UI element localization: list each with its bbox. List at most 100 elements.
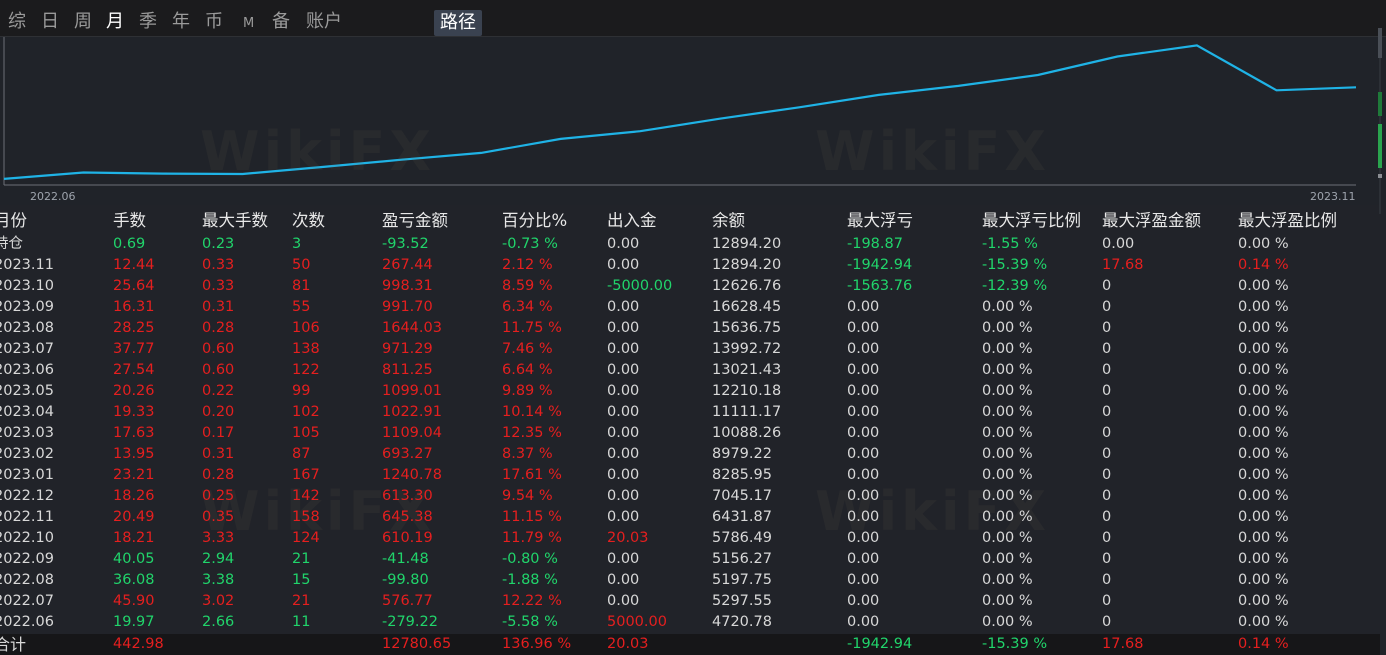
table-row[interactable]: 2022.08 36.08 3.38 15 -99.80 -1.88 % 0.00 5197.… xyxy=(0,570,1380,591)
cell-max-float-profit-pct: 0.00 % xyxy=(1238,509,1289,525)
tab-currency[interactable]: 币 xyxy=(205,10,223,34)
table-row[interactable]: 2023.04 19.33 0.20 102 1022.91 10.14 % 0.00 111… xyxy=(0,402,1380,423)
table-row[interactable]: 2023.10 25.64 0.33 81 998.31 8.59 % -5000.00 12… xyxy=(0,276,1380,297)
cell-month: 2022.11 xyxy=(0,509,54,525)
table-row[interactable]: 2023.01 23.21 0.28 167 1240.78 17.61 % 0.00 828… xyxy=(0,465,1380,486)
header-lots[interactable]: 手数 xyxy=(113,208,146,234)
cell-balance: 13021.43 xyxy=(712,362,782,378)
scroll-marker xyxy=(1378,174,1382,178)
cell-lots: 17.63 xyxy=(113,425,155,441)
header-trades[interactable]: 次数 xyxy=(292,208,325,234)
cell-lots: 27.54 xyxy=(113,362,155,378)
header-max-lots[interactable]: 最大手数 xyxy=(202,208,268,234)
cell-lots: 28.25 xyxy=(113,320,155,336)
tab-quarter[interactable]: 季 xyxy=(139,10,157,34)
header-balance[interactable]: 余额 xyxy=(712,208,745,234)
cell-profit: -279.22 xyxy=(382,614,438,630)
tab-backup[interactable]: 备 xyxy=(272,10,290,34)
table-row[interactable]: 2023.07 37.77 0.60 138 971.29 7.46 % 0.00 13992… xyxy=(0,339,1380,360)
cell-month: 2022.12 xyxy=(0,488,54,504)
cell-lots: 25.64 xyxy=(113,278,155,294)
cell-month: 2022.10 xyxy=(0,530,54,546)
cell-month: 2023.08 xyxy=(0,320,54,336)
table-row[interactable]: 2023.11 12.44 0.33 50 267.44 2.12 % 0.00 12894.… xyxy=(0,255,1380,276)
cell-percent: -5.58 % xyxy=(502,614,558,630)
scroll-marker-green-2 xyxy=(1378,124,1382,168)
cell-balance: 8979.22 xyxy=(712,446,772,462)
header-max-drawdown[interactable]: 最大浮亏 xyxy=(847,208,913,234)
cell-max-drawdown: 0.00 xyxy=(847,593,880,609)
cell-max-lots: 0.31 xyxy=(202,446,235,462)
cell-deposit: 0.00 xyxy=(607,446,640,462)
cell-max-float-profit: 0 xyxy=(1102,551,1112,567)
scroll-thumb-top[interactable] xyxy=(1378,28,1382,58)
table-row[interactable]: 2023.08 28.25 0.28 106 1644.03 11.75 % 0.00 156… xyxy=(0,318,1380,339)
header-profit[interactable]: 盈亏金额 xyxy=(382,208,448,234)
cell-percent: -1.88 % xyxy=(502,572,558,588)
table-row[interactable]: 持仓 0.69 0.23 3 -93.52 -0.73 % 0.00 12894.20 -198… xyxy=(0,234,1380,255)
cell-max-drawdown-pct: 0.00 % xyxy=(982,572,1033,588)
table-total-row[interactable]: 合计 442.98 12780.65 136.96 % 20.03 -1942.94 -15… xyxy=(0,634,1380,655)
tab-path[interactable]: 路径 xyxy=(434,10,482,36)
cell-percent: 11.15 % xyxy=(502,509,562,525)
header-max-drawdown-pct[interactable]: 最大浮亏比例 xyxy=(982,208,1081,234)
table-row[interactable]: 2022.10 18.21 3.33 124 610.19 11.79 % 20.03 578… xyxy=(0,528,1380,549)
cell-lots: 40.05 xyxy=(113,551,155,567)
total-max-float-profit-pct: 0.14 % xyxy=(1238,636,1289,652)
monthly-stats-table: 月份 手数 最大手数 次数 盈亏金额 百分比% 出入金 余额 最大浮亏 最大浮亏比例 最大浮盈金额 最… xyxy=(0,208,1380,655)
table-row[interactable]: 2022.12 18.26 0.25 142 613.30 9.54 % 0.00 7045.… xyxy=(0,486,1380,507)
tab-m[interactable]: M xyxy=(243,12,254,36)
table-row[interactable]: 2023.02 13.95 0.31 87 693.27 8.37 % 0.00 8979.2… xyxy=(0,444,1380,465)
cell-balance: 5297.55 xyxy=(712,593,772,609)
cell-trades: 158 xyxy=(292,509,320,525)
header-month[interactable]: 月份 xyxy=(0,208,27,234)
table-row[interactable]: 2022.11 20.49 0.35 158 645.38 11.15 % 0.00 6431… xyxy=(0,507,1380,528)
cell-lots: 18.26 xyxy=(113,488,155,504)
tab-day[interactable]: 日 xyxy=(41,10,59,34)
cell-max-float-profit-pct: 0.00 % xyxy=(1238,341,1289,357)
vertical-scrollbar[interactable] xyxy=(1376,28,1384,214)
total-max-drawdown-pct: -15.39 % xyxy=(982,636,1048,652)
tab-account[interactable]: 账户 xyxy=(306,10,342,34)
table-row[interactable]: 2022.06 19.97 2.66 11 -279.22 -5.58 % 5000.00 4… xyxy=(0,612,1380,633)
cell-max-drawdown-pct: 0.00 % xyxy=(982,404,1033,420)
total-month: 合计 xyxy=(0,635,27,654)
cell-trades: 87 xyxy=(292,446,311,462)
header-deposit[interactable]: 出入金 xyxy=(607,208,657,234)
tab-month[interactable]: 月 xyxy=(106,10,124,34)
cell-balance: 16628.45 xyxy=(712,299,782,315)
cell-max-float-profit-pct: 0.00 % xyxy=(1238,551,1289,567)
cell-trades: 3 xyxy=(292,236,302,252)
cell-max-drawdown: 0.00 xyxy=(847,341,880,357)
cell-balance: 6431.87 xyxy=(712,509,772,525)
header-max-float-profit[interactable]: 最大浮盈金额 xyxy=(1102,208,1201,234)
cell-max-drawdown: 0.00 xyxy=(847,572,880,588)
cell-profit: 1240.78 xyxy=(382,467,442,483)
tab-summary[interactable]: 综 xyxy=(8,10,26,34)
table-row[interactable]: 2023.03 17.63 0.17 105 1109.04 12.35 % 0.00 100… xyxy=(0,423,1380,444)
cell-balance: 4720.78 xyxy=(712,614,772,630)
cell-month: 2022.06 xyxy=(0,614,54,630)
header-percent[interactable]: 百分比% xyxy=(502,208,567,234)
table-row[interactable]: 2023.09 16.31 0.31 55 991.70 6.34 % 0.00 16628.… xyxy=(0,297,1380,318)
cell-max-drawdown-pct: 0.00 % xyxy=(982,593,1033,609)
tab-year[interactable]: 年 xyxy=(172,10,190,34)
cell-lots: 0.69 xyxy=(113,236,146,252)
cell-balance: 13992.72 xyxy=(712,341,782,357)
table-row[interactable]: 2022.07 45.90 3.02 21 576.77 12.22 % 0.00 5297.… xyxy=(0,591,1380,612)
cell-percent: 8.37 % xyxy=(502,446,553,462)
cell-deposit: 0.00 xyxy=(607,467,640,483)
cell-max-lots: 3.38 xyxy=(202,572,235,588)
cell-percent: 6.34 % xyxy=(502,299,553,315)
cell-percent: 8.59 % xyxy=(502,278,553,294)
table-row[interactable]: 2023.05 20.26 0.22 99 1099.01 9.89 % 0.00 12210… xyxy=(0,381,1380,402)
cell-month: 2023.01 xyxy=(0,467,54,483)
cell-lots: 19.97 xyxy=(113,614,155,630)
cell-max-lots: 2.66 xyxy=(202,614,235,630)
cell-lots: 18.21 xyxy=(113,530,155,546)
header-max-float-profit-pct[interactable]: 最大浮盈比例 xyxy=(1238,208,1337,234)
tab-week[interactable]: 周 xyxy=(74,10,92,34)
table-row[interactable]: 2022.09 40.05 2.94 21 -41.48 -0.80 % 0.00 5156.… xyxy=(0,549,1380,570)
table-row[interactable]: 2023.06 27.54 0.60 122 811.25 6.64 % 0.00 13021… xyxy=(0,360,1380,381)
cell-profit: 811.25 xyxy=(382,362,433,378)
